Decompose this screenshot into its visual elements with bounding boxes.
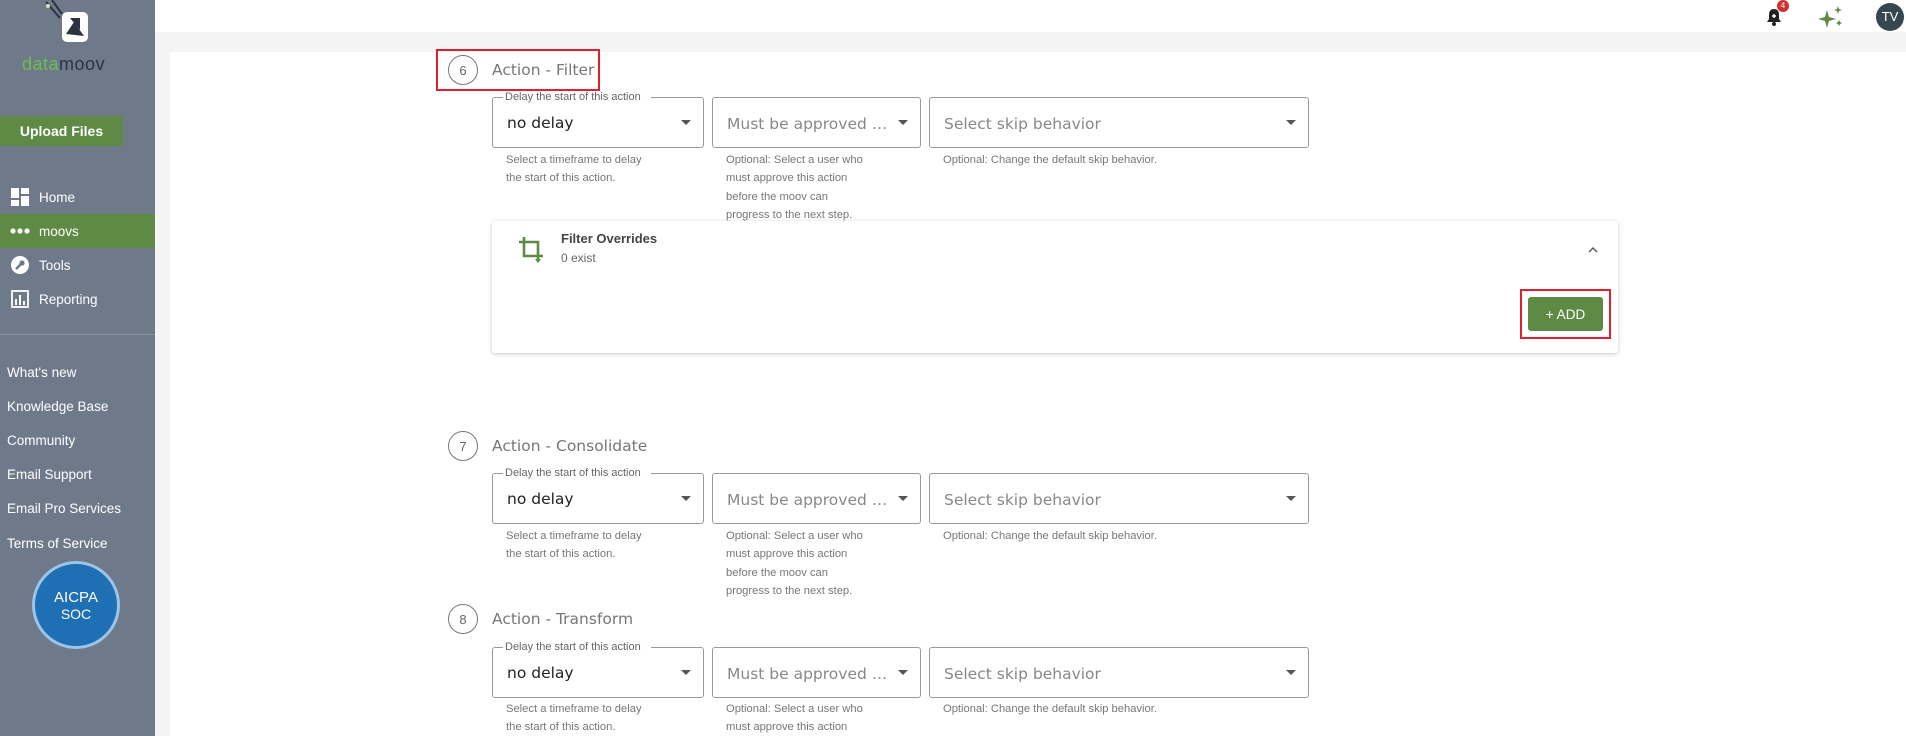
sidebar: datamoov Upload Files Home moovs Tools R… [0,0,155,736]
step-title: Action - Transform [492,610,634,628]
aicpa-soc-badge: AICPA SOC [32,561,120,649]
sidebar-item-home[interactable]: Home [0,180,155,214]
delay-help-text: Select a timeframe to delay the start of … [506,703,642,734]
link-terms-of-service[interactable]: Terms of Service [7,526,121,560]
chevron-down-icon [1286,496,1296,501]
add-filter-override-button[interactable]: + ADD [1528,297,1603,331]
approver-select[interactable]: Must be approved … [712,647,921,698]
sidebar-item-tools[interactable]: Tools [0,248,155,282]
approver-select[interactable]: Must be approved … [712,97,921,148]
link-email-support[interactable]: Email Support [7,458,121,492]
step-number: 8 [448,604,478,634]
bar-chart-icon [10,289,30,309]
delay-help-text: Select a timeframe to delay the start of … [506,530,642,561]
step-title: Action - Consolidate [492,437,648,455]
link-email-pro-services[interactable]: Email Pro Services [7,492,121,526]
notification-count-badge: 4 [1777,0,1789,12]
chevron-up-icon[interactable] [1588,240,1598,253]
skip-behavior-select[interactable]: Select skip behavior [929,97,1309,148]
upload-files-button[interactable]: Upload Files [0,116,123,146]
sidebar-links: What's new Knowledge Base Community Emai… [7,355,121,560]
chevron-down-icon [1286,120,1296,125]
user-avatar[interactable]: TV [1876,3,1904,31]
filter-overrides-title: Filter Overrides [561,231,658,246]
step-number: 7 [448,431,478,461]
approver-select[interactable]: Must be approved … [712,473,921,524]
link-knowledge-base[interactable]: Knowledge Base [7,389,121,423]
chevron-down-icon [898,670,908,675]
delay-select[interactable]: Delay the start of this action no delay [492,91,704,148]
chevron-down-icon [681,120,691,125]
skip-behavior-select[interactable]: Select skip behavior [929,473,1309,524]
delay-help-text: Select a timeframe to delay the start of … [506,154,642,185]
skip-behavior-select[interactable]: Select skip behavior [929,647,1309,698]
chevron-down-icon [898,496,908,501]
chevron-down-icon [898,120,908,125]
filter-overrides-card: Filter Overrides 0 exist + ADD [492,221,1618,353]
approver-help-text: Optional: Select a user who must approve … [726,530,863,597]
sidebar-item-reporting[interactable]: Reporting [0,282,155,316]
dots-icon [10,221,30,241]
sidebar-item-moovs[interactable]: moovs [0,214,155,248]
link-whats-new[interactable]: What's new [7,355,121,389]
dashboard-icon [10,187,30,207]
approver-help-text: Optional: Select a user who must approve … [726,703,863,734]
delay-select[interactable]: Delay the start of this action no delay [492,467,704,524]
sparkle-ai-icon[interactable] [1815,4,1845,32]
crop-icon [517,235,547,265]
step-title: Action - Filter [492,61,595,79]
step-number: 6 [448,55,478,85]
logo-wordmark: datamoov [22,54,106,74]
approver-help-text: Optional: Select a user who must approve … [726,154,863,221]
sidebar-item-label: Tools [39,257,71,273]
chevron-down-icon [681,670,691,675]
skip-help-text: Optional: Change the default skip behavi… [943,703,1157,715]
delay-select[interactable]: Delay the start of this action no delay [492,641,704,698]
wrench-icon [10,255,30,275]
sidebar-nav: Home moovs Tools Reporting [0,180,155,316]
chevron-down-icon [1286,670,1296,675]
sidebar-item-label: Reporting [39,291,98,307]
skip-help-text: Optional: Change the default skip behavi… [943,530,1157,542]
datamoov-logo[interactable] [40,0,100,54]
skip-help-text: Optional: Change the default skip behavi… [943,154,1157,166]
sidebar-item-label: Home [39,189,76,205]
moov-steps-panel: 6 Action - Filter Delay the start of thi… [170,49,1906,736]
sidebar-item-label: moovs [39,223,79,239]
sidebar-divider [0,334,155,335]
top-bar [155,0,1906,32]
link-community[interactable]: Community [7,423,121,457]
chevron-down-icon [681,496,691,501]
filter-overrides-count: 0 exist [561,251,596,265]
